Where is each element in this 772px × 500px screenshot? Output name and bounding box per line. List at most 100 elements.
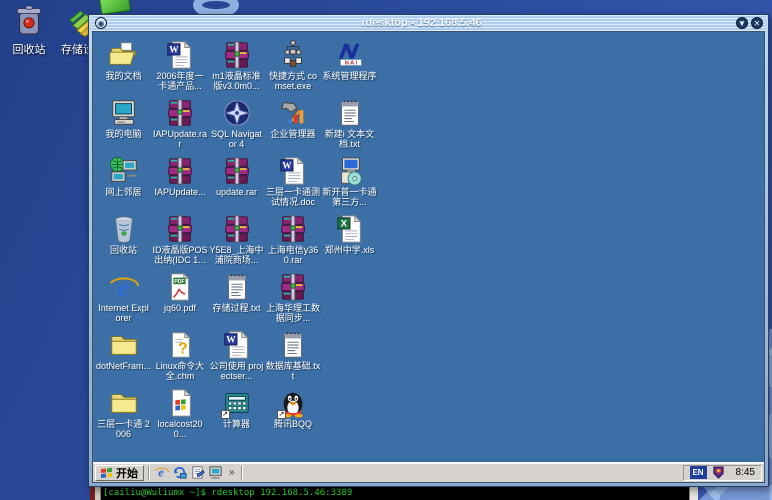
desktop-icon[interactable]: 存储过程.txt (209, 272, 264, 313)
window-menu-button[interactable]: ◉ (95, 17, 107, 29)
desktop-icon-label: 公司使用 projectser... (209, 361, 264, 381)
remote-taskbar: 开始 e » EN 8:45 (93, 462, 764, 482)
rar-icon (222, 214, 252, 244)
desktop-icon[interactable]: N A I 系统管理程序 (322, 40, 377, 81)
desktop-icon-label: 我的文档 (105, 71, 141, 81)
quick-launch-overflow-chevron[interactable]: » (227, 467, 237, 478)
desktop-icon[interactable]: 新建i 文本文档.txt (322, 98, 377, 149)
desktop-icon-label: localcost200... (153, 419, 208, 439)
terminal-window[interactable]: [cailiu@Wuliumx ~]$ rdesktop 192.168.5.4… (90, 486, 698, 500)
desktop-icon-label: 存储过程.txt (212, 303, 260, 313)
rdesktop-titlebar[interactable]: ◉ rdesktop - 192.168.5.46 ▼ ✕ (92, 15, 765, 31)
quick-launch-show-desktop-icon[interactable] (172, 465, 187, 480)
desktop-icon[interactable]: Y5E8_上海中浦院商场... (209, 214, 264, 265)
desktop-icon[interactable]: 新开普一卡通第三方... (322, 156, 377, 207)
quick-launch-ie-icon[interactable]: e (154, 465, 169, 480)
desktop-icon[interactable]: 我的文档 (96, 40, 151, 81)
desktop-icon-label: 系统管理程序 (322, 71, 376, 81)
desktop-icon-label: 回收站 (110, 245, 137, 255)
terminal-screen[interactable]: [cailiu@Wuliumx ~]$ rdesktop 192.168.5.4… (101, 487, 689, 500)
folder-icon (109, 330, 139, 360)
desktop-icon[interactable]: X 郑州中学.xls (322, 214, 377, 255)
desktop-icon[interactable]: IAPUpdate.rar (153, 98, 208, 149)
svg-text:W: W (282, 162, 292, 172)
shade-button[interactable]: ▼ (736, 17, 748, 29)
desktop-icon[interactable]: 快捷方式 comset.exe (266, 40, 321, 91)
desktop-icon[interactable]: m1液晶标准版v3.0m0... (209, 40, 264, 91)
svg-text:?: ? (178, 340, 188, 357)
remote-desktop[interactable]: 我的文档 W2006年度一卡通产品...m1液晶标准版v3.0m0...快捷方式 … (93, 32, 764, 462)
desktop-icon-label: IAPUpdate.rar (153, 129, 208, 149)
rar-icon (222, 156, 252, 186)
desktop-icon-label: 数据库基础.txt (266, 361, 321, 381)
desktop-icon[interactable]: 回收站 (96, 214, 151, 255)
close-button[interactable]: ✕ (751, 17, 763, 29)
quick-launch-desktop-icon[interactable] (208, 465, 223, 480)
desktop-icon-label: 三层一卡通测试情况.doc (266, 187, 321, 207)
trash-icon (12, 5, 46, 39)
tools-icon (278, 98, 308, 128)
desktop-icon[interactable]: 数据库基础.txt (266, 330, 321, 381)
rar-icon (278, 214, 308, 244)
desktop-icon[interactable]: W2006年度一卡通产品... (153, 40, 208, 91)
desktop-icon[interactable]: 上海电信y360.rar (266, 214, 321, 265)
desktop-icon[interactable]: localcost200... (153, 388, 208, 439)
orgchart-icon (278, 40, 308, 70)
desktop-icon[interactable]: 我的电脑 (96, 98, 151, 139)
svg-text:N A I: N A I (344, 60, 357, 66)
ie-icon: e (109, 272, 139, 302)
excel-icon: X (335, 214, 365, 244)
shortcut-arrow-icon: ↗ (277, 410, 286, 419)
svg-text:W: W (226, 336, 236, 346)
recycle-icon (109, 214, 139, 244)
svg-text:X: X (340, 219, 347, 229)
desktop-icon-label: 新建i 文本文档.txt (322, 129, 377, 149)
outer-icon-label: 回收站 (13, 41, 46, 57)
folder_open-icon (109, 40, 139, 70)
desktop-icon-label: 上海华理工数据同步... (266, 303, 321, 323)
desktop-icon[interactable]: W 公司使用 projectser... (209, 330, 264, 381)
desktop-icon[interactable]: W 三层一卡通测试情况.doc (266, 156, 321, 207)
desktop-icon-label: dotNetFram... (96, 361, 151, 371)
desktop-icon[interactable]: PDFjq60.pdf (153, 272, 208, 313)
chm-icon: ? (165, 330, 195, 360)
desktop-icon-label: m1液晶标准版v3.0m0... (209, 71, 264, 91)
desktop-icon[interactable]: eInternet Explorer (96, 272, 151, 323)
desktop-icon[interactable]: ?Linux命令大全.chm (153, 330, 208, 381)
desktop-icon[interactable]: 三层一卡通 2006 (96, 388, 151, 439)
desktop-icon-label: 企业管理器 (270, 129, 315, 139)
desktop-icon[interactable]: IAPUpdate... (153, 156, 208, 197)
outer-desktop-icon[interactable]: 回收站 (6, 5, 52, 57)
desktop-icon[interactable]: ↗计算器 (209, 388, 264, 429)
desktop-icon[interactable]: ID液晶版POS出纳(IDC 1... (153, 214, 208, 265)
calc-icon: ↗ (222, 388, 252, 418)
taskbar-clock[interactable]: 8:45 (730, 467, 755, 478)
desktop-icon-label: 郑州中学.xls (325, 245, 375, 255)
desktop-icon-label: Y5E8_上海中浦院商场... (209, 245, 264, 265)
desktop-icon[interactable]: 上海华理工数据同步... (266, 272, 321, 323)
windows-flag-icon (101, 467, 113, 478)
taskbar-empty-area (247, 465, 679, 481)
start-button[interactable]: 开始 (95, 465, 144, 481)
terminal-scrollbar[interactable] (689, 487, 698, 500)
desktop-icon[interactable]: SQL Navigator 4 (209, 98, 264, 149)
quick-launch-outlook-icon[interactable] (190, 465, 205, 480)
desktop-icon-label: 上海电信y360.rar (266, 245, 321, 265)
system-tray: EN 8:45 (683, 465, 762, 481)
desktop-icon[interactable]: update.rar (209, 156, 264, 197)
desktop-icon[interactable]: ↗腾讯BQQ (266, 388, 321, 429)
computer-icon (109, 98, 139, 128)
word-icon: W (165, 40, 195, 70)
language-indicator[interactable]: EN (690, 466, 707, 479)
nai-icon: N A I (335, 40, 365, 70)
desktop-icon[interactable]: 企业管理器 (266, 98, 321, 139)
pdf-icon: PDF (165, 272, 195, 302)
desktop-icon[interactable]: dotNetFram... (96, 330, 151, 371)
rdesktop-window: ◉ rdesktop - 192.168.5.46 ▼ ✕ 我的文档 W2006年… (88, 14, 769, 487)
input-method-tray-icon[interactable] (712, 466, 725, 479)
desktop-icon[interactable]: 网上邻居 (96, 156, 151, 197)
compass-icon (222, 98, 252, 128)
svg-text:PDF: PDF (174, 279, 184, 285)
rar-icon (165, 214, 195, 244)
desktop-icon-label: 快捷方式 comset.exe (266, 71, 321, 91)
